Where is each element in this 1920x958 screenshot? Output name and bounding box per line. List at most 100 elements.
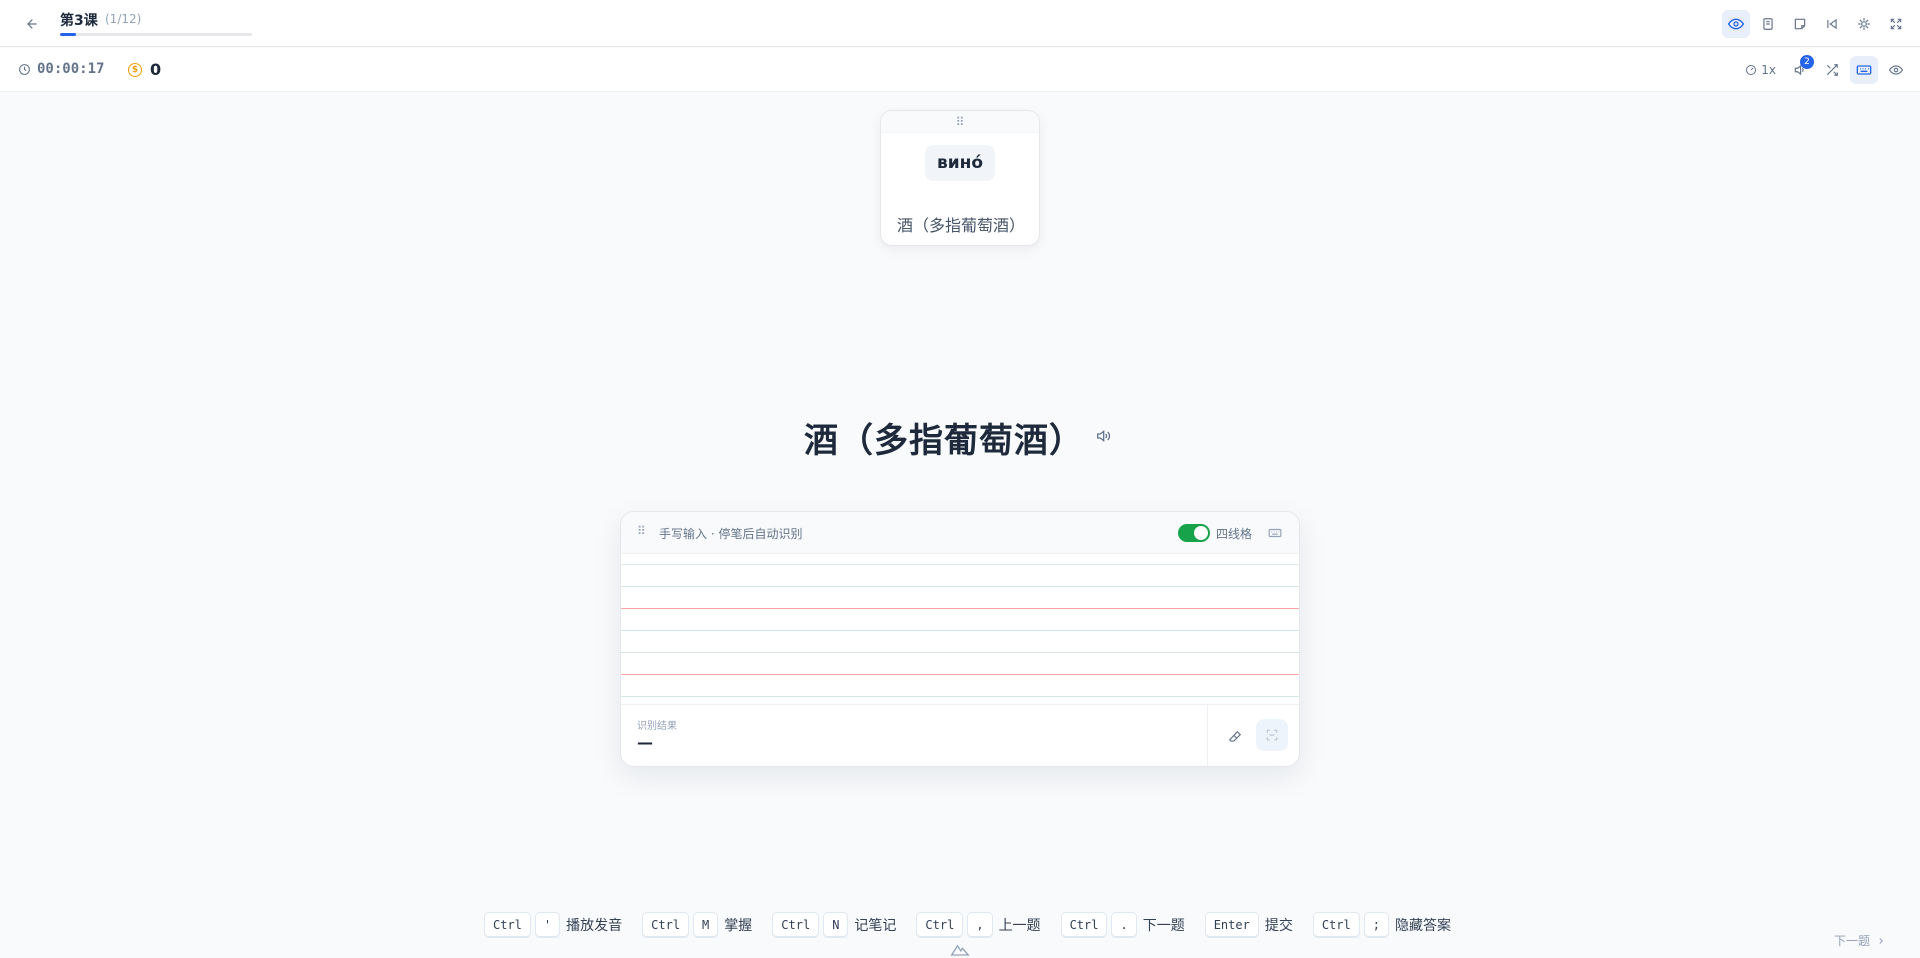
shortcut-item: Ctrl ' 播放发音 bbox=[484, 912, 622, 938]
prompt-text: 酒（多指葡萄酒） bbox=[804, 421, 1084, 461]
card-word: вино́ bbox=[925, 145, 995, 181]
clock-icon bbox=[19, 63, 30, 75]
audio-repeat-button[interactable]: 2 bbox=[1786, 55, 1814, 84]
coin-counter: $ 0 bbox=[128, 60, 161, 79]
keyboard-icon bbox=[1856, 65, 1872, 75]
handwriting-hint: 手写输入 · 停笔后自动识别 bbox=[659, 527, 803, 541]
session-actions: 1x 2 bbox=[1739, 55, 1910, 84]
arrow-left-icon bbox=[27, 19, 37, 29]
word-card[interactable]: ⠿ вино́ 酒（多指葡萄酒） bbox=[880, 110, 1040, 246]
audio-repeat-badge: 2 bbox=[1800, 55, 1814, 69]
guide-line bbox=[621, 652, 1299, 653]
clear-canvas-button[interactable] bbox=[1221, 723, 1249, 751]
footer-divider bbox=[1207, 705, 1208, 766]
recognition-result-label: 识别结果 bbox=[637, 721, 677, 732]
keyboard-icon bbox=[1268, 528, 1282, 538]
eraser-icon bbox=[1228, 730, 1242, 742]
shortcut-label: 提交 bbox=[1264, 918, 1293, 934]
guide-line bbox=[621, 564, 1299, 565]
eye-icon bbox=[1728, 18, 1744, 30]
session-timer: 00:00:17 bbox=[18, 61, 104, 77]
book-icon bbox=[1763, 18, 1773, 30]
next-question-link[interactable]: 下一题 bbox=[1834, 932, 1886, 949]
coin-value: 0 bbox=[150, 60, 162, 79]
recognition-result-value: — bbox=[637, 733, 653, 752]
guide-line bbox=[621, 586, 1299, 587]
shortcut-key: N bbox=[823, 912, 849, 938]
card-meaning: 酒（多指葡萄酒） bbox=[897, 216, 1026, 235]
baseline-line bbox=[621, 674, 1299, 675]
shortcut-key: Ctrl bbox=[772, 912, 820, 938]
playback-speed-button[interactable]: 1x bbox=[1739, 56, 1782, 84]
shortcut-key: , bbox=[967, 912, 993, 938]
drag-handle-icon[interactable]: ⠿ bbox=[637, 524, 646, 538]
toggle-knob bbox=[1194, 526, 1208, 540]
shortcut-key: Ctrl bbox=[916, 912, 964, 938]
timer-value: 00:00:17 bbox=[37, 61, 105, 77]
switch-to-keyboard-button[interactable] bbox=[1265, 524, 1285, 542]
skip-back-icon bbox=[1827, 18, 1837, 30]
top-header: 第3课 (1/12) bbox=[0, 0, 1920, 47]
fullscreen-icon bbox=[1890, 18, 1902, 30]
recognition-footer: 识别结果 — bbox=[621, 704, 1299, 766]
skip-to-start-button[interactable] bbox=[1818, 10, 1846, 38]
shortcut-key: Ctrl bbox=[1060, 912, 1108, 938]
shortcut-key: . bbox=[1111, 912, 1137, 938]
notes-button[interactable] bbox=[1786, 10, 1814, 38]
question-prompt: 酒（多指葡萄酒） bbox=[0, 413, 1920, 463]
back-button[interactable] bbox=[22, 14, 42, 34]
handwriting-canvas[interactable] bbox=[621, 554, 1299, 714]
speedometer-icon bbox=[1746, 65, 1757, 75]
shortcut-label: 上一题 bbox=[998, 918, 1041, 934]
shortcut-key: ; bbox=[1363, 912, 1389, 938]
recognize-button[interactable] bbox=[1256, 719, 1288, 751]
shortcut-item: Enter 提交 bbox=[1204, 912, 1293, 938]
shortcut-label: 掌握 bbox=[724, 918, 753, 934]
shortcut-key: M bbox=[693, 912, 719, 938]
handwriting-header: ⠿ 手写输入 · 停笔后自动识别 四线格 bbox=[621, 512, 1299, 554]
baseline-line bbox=[621, 608, 1299, 609]
shortcut-key: Ctrl bbox=[484, 912, 531, 938]
lesson-title: 第3课 bbox=[60, 13, 98, 29]
shortcut-label: 下一题 bbox=[1142, 918, 1185, 934]
coin-icon: $ bbox=[128, 62, 142, 77]
shortcut-label: 隐藏答案 bbox=[1394, 918, 1451, 934]
shortcut-item: Ctrl N 记笔记 bbox=[772, 912, 896, 938]
debug-button[interactable] bbox=[1850, 10, 1878, 38]
app-logo-icon bbox=[950, 942, 970, 956]
show-answer-button[interactable] bbox=[1882, 56, 1910, 84]
guide-line bbox=[621, 630, 1299, 631]
keyboard-shortcuts: Ctrl ' 播放发音 Ctrl M 掌握 Ctrl N 记笔记 Ctrl, 上一题 Ctrl. 下一题… bbox=[484, 912, 1471, 938]
play-pronunciation-button[interactable] bbox=[1092, 425, 1114, 447]
four-line-grid-label: 四线格 bbox=[1216, 527, 1253, 541]
drag-handle-icon[interactable]: ⠿ bbox=[881, 111, 1039, 133]
fullscreen-button[interactable] bbox=[1882, 10, 1910, 38]
next-question-label: 下一题 bbox=[1833, 934, 1870, 948]
chevron-right-icon bbox=[1879, 937, 1883, 944]
header-actions bbox=[1722, 10, 1910, 38]
shortcut-item: Ctrl, 上一题 bbox=[916, 912, 1041, 938]
note-icon bbox=[1794, 18, 1806, 30]
bug-icon bbox=[1858, 18, 1870, 30]
shortcut-item: Ctrl. 下一题 bbox=[1060, 912, 1185, 938]
toggle-view-button[interactable] bbox=[1722, 10, 1750, 38]
shortcut-key: Enter bbox=[1204, 912, 1259, 938]
shuffle-icon bbox=[1826, 64, 1838, 76]
four-line-grid-toggle[interactable] bbox=[1178, 524, 1210, 542]
shortcut-label: 记笔记 bbox=[854, 918, 897, 934]
playback-speed-value: 1x bbox=[1761, 63, 1776, 77]
guide-line bbox=[621, 696, 1299, 697]
keyboard-input-button[interactable] bbox=[1850, 56, 1878, 84]
shuffle-button[interactable] bbox=[1818, 56, 1846, 84]
shortcut-key: ' bbox=[534, 912, 561, 938]
handwriting-panel: ⠿ 手写输入 · 停笔后自动识别 四线格 识别结果 — bbox=[620, 511, 1300, 767]
shortcut-item: Ctrl M 掌握 bbox=[642, 912, 752, 938]
speaker-icon bbox=[1097, 429, 1111, 443]
vocabulary-book-button[interactable] bbox=[1754, 10, 1782, 38]
eye-icon bbox=[1889, 65, 1903, 75]
lesson-progress-bar bbox=[60, 33, 252, 36]
lesson-progress-count: (1/12) bbox=[105, 12, 142, 26]
shortcut-label: 播放发音 bbox=[566, 918, 623, 934]
scan-icon bbox=[1266, 729, 1278, 741]
lesson-progress-fill bbox=[60, 33, 76, 36]
